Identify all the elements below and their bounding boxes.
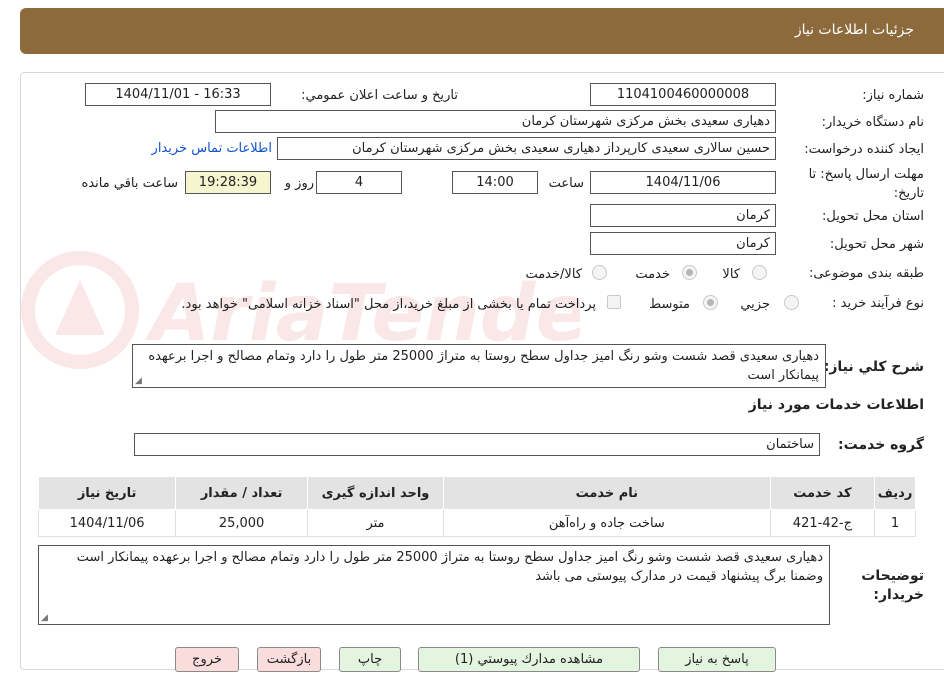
- deadline-date-field: 1404/11/06: [590, 171, 776, 194]
- resize-grip-icon[interactable]: ◢: [41, 613, 51, 623]
- category-radio-goods[interactable]: [752, 265, 767, 280]
- back-button[interactable]: بازگشت: [257, 647, 321, 672]
- resize-grip-icon[interactable]: ◢: [135, 376, 145, 386]
- category-option-service: خدمت: [635, 267, 670, 282]
- page-header: جزئیات اطلاعات نیاز: [20, 8, 944, 54]
- creator-field: حسین سالاری سعیدی کارپرداز دهیاری سعیدی …: [277, 137, 776, 160]
- city-field: کرمان: [590, 232, 776, 255]
- cell-name: ساخت جاده و راه‌آهن: [443, 509, 771, 537]
- process-radio-medium[interactable]: [703, 295, 718, 310]
- buyer-contact-link[interactable]: اطلاعات تماس خریدار: [152, 141, 272, 156]
- services-section-title: اطلاعات خدمات مورد نیاز: [748, 397, 924, 413]
- category-option-goods-service: کالا/خدمت: [525, 267, 582, 282]
- buyer-org-field: دهیاری سعیدی بخش مرکزی شهرستان کرمان: [215, 110, 776, 133]
- service-group-field: ساختمان: [134, 433, 820, 456]
- deadline-label: مهلت ارسال پاسخ: تا تاریخ:: [808, 167, 924, 201]
- deadline-time-label: ساعت: [548, 176, 584, 191]
- print-button[interactable]: چاپ: [339, 647, 401, 672]
- buyer-notes-field[interactable]: دهیاری سعیدی قصد شست وشو رنگ امیز جداول …: [38, 545, 830, 625]
- buyer-notes-text: دهیاری سعیدی قصد شست وشو رنگ امیز جداول …: [76, 550, 823, 584]
- payment-note: پرداخت تمام یا بخشی از مبلغ خرید،از محل …: [181, 297, 596, 312]
- process-label: نوع فرآیند خرید :: [832, 296, 924, 311]
- col-date-header: تاریخ نیاز: [37, 476, 177, 510]
- buyer-notes-label: توضیحات خریدار:: [861, 568, 924, 603]
- cell-row: 1: [874, 509, 916, 537]
- view-attachments-button[interactable]: مشاهده مدارك پيوستي (1): [418, 647, 640, 672]
- cell-qty: 25,000: [175, 509, 308, 537]
- col-code-header: کد خدمت: [769, 476, 876, 510]
- remaining-label: ساعت باقي مانده: [81, 176, 178, 191]
- remaining-time-field: 19:28:39: [185, 171, 271, 194]
- cell-unit: متر: [306, 509, 445, 537]
- category-option-goods: کالا: [722, 267, 740, 282]
- general-desc-text: دهیاری سعیدی قصد شست وشو رنگ امیز جداول …: [148, 349, 819, 383]
- service-group-label: گروه خدمت:: [838, 437, 924, 453]
- page-title: جزئیات اطلاعات نیاز: [794, 22, 914, 38]
- need-number-label: شماره نیاز:: [862, 88, 924, 103]
- process-option-medium: متوسط: [649, 297, 690, 312]
- days-label: روز و: [284, 176, 314, 191]
- process-radio-minor[interactable]: [784, 295, 799, 310]
- col-name-header: نام خدمت: [443, 476, 771, 510]
- category-radio-goods-service[interactable]: [592, 265, 607, 280]
- col-unit-header: واحد اندازه گیری: [306, 476, 445, 510]
- general-desc-field[interactable]: دهیاری سعیدی قصد شست وشو رنگ امیز جداول …: [132, 344, 826, 388]
- province-field: کرمان: [590, 204, 776, 227]
- announce-label: تاریخ و ساعت اعلان عمومي:: [301, 88, 458, 103]
- category-radio-service[interactable]: [682, 265, 697, 280]
- col-qty-header: تعداد / مقدار: [175, 476, 308, 510]
- days-field: 4: [316, 171, 402, 194]
- exit-button[interactable]: خروج: [175, 647, 239, 672]
- buyer-org-label: نام دستگاه خریدار:: [821, 115, 924, 130]
- cell-code: ج-42-421: [769, 509, 876, 537]
- announce-field: 1404/11/01 - 16:33: [85, 83, 271, 106]
- need-number-field: 1104100460000008: [590, 83, 776, 106]
- deadline-time-field: 14:00: [452, 171, 538, 194]
- table-row: 1 ج-42-421 ساخت جاده و راه‌آهن متر 25,00…: [37, 509, 916, 537]
- process-option-minor: جزیي: [740, 297, 770, 312]
- creator-label: ایجاد کننده درخواست:: [804, 142, 924, 157]
- table-header-row: ردیف کد خدمت نام خدمت واحد اندازه گیری ت…: [37, 476, 916, 510]
- cell-date: 1404/11/06: [37, 509, 177, 537]
- general-desc-label: شرح کلي نیاز:: [823, 359, 924, 375]
- col-row-header: ردیف: [874, 476, 916, 510]
- services-table: ردیف کد خدمت نام خدمت واحد اندازه گیری ت…: [37, 476, 916, 537]
- treasury-checkbox[interactable]: [607, 295, 621, 309]
- city-label: شهر محل تحویل:: [829, 237, 924, 252]
- respond-button[interactable]: پاسخ به نیاز: [658, 647, 776, 672]
- province-label: استان محل تحویل:: [822, 209, 924, 224]
- category-label: طبقه بندی موضوعی:: [808, 266, 924, 281]
